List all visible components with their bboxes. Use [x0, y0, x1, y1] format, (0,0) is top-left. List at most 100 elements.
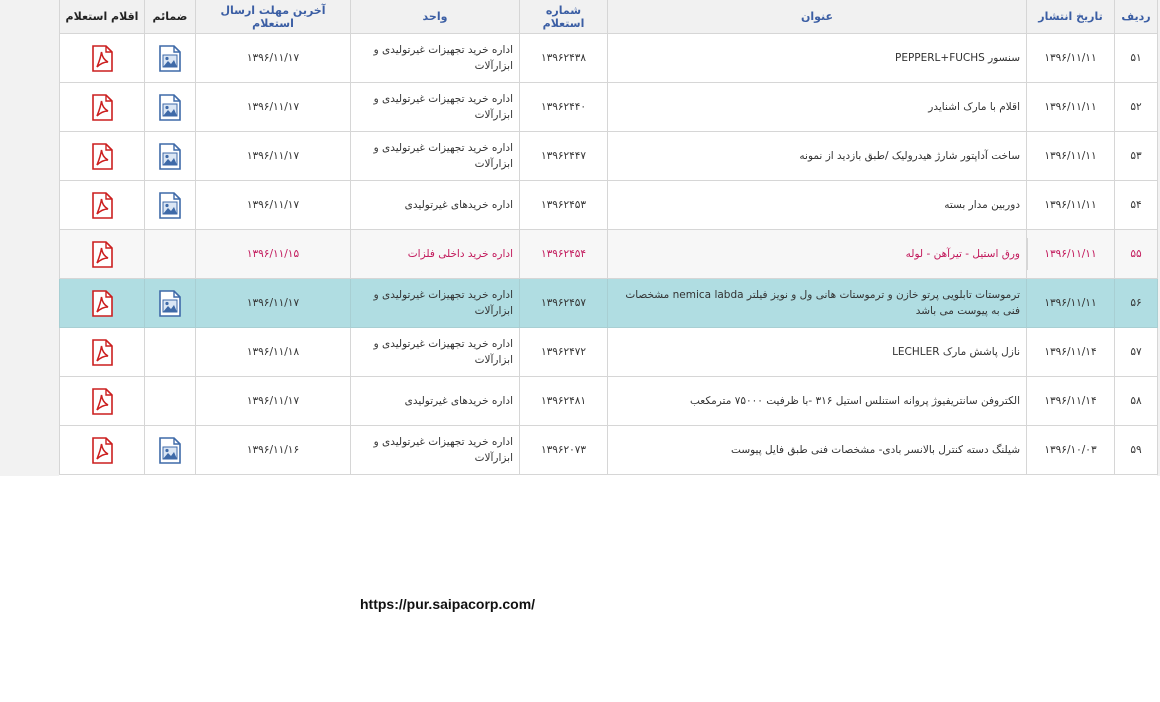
pdf-icon[interactable]	[91, 240, 113, 268]
row-publish-date: ۱۳۹۶/۱۱/۱۴	[1026, 327, 1115, 377]
row-attachment-cell	[144, 376, 196, 426]
header-radif[interactable]: ردیف	[1114, 0, 1158, 34]
image-file-icon[interactable]	[159, 191, 181, 219]
row-items-cell	[59, 33, 145, 83]
table-row[interactable]: ۵۱ ۱۳۹۶/۱۱/۱۱ سنسور PEPPERL+FUCHS ۱۳۹۶۲۴…	[59, 33, 1158, 83]
row-title[interactable]: سنسور PEPPERL+FUCHS	[607, 33, 1027, 83]
pdf-icon[interactable]	[91, 436, 113, 464]
pdf-icon[interactable]	[91, 44, 113, 72]
inquiry-table-container: ردیف تاریخ انتشار عنوان شماره استعلام وا…	[59, 0, 1158, 475]
left-margin	[0, 0, 59, 476]
row-attachment-cell	[144, 229, 196, 279]
row-unit: اداره خرید تجهیزات غیرتولیدی و ابزارآلات	[350, 82, 520, 132]
table-row[interactable]: ۵۹ ۱۳۹۶/۱۰/۰۳ شیلنگ دسته کنترل بالانسر ب…	[59, 425, 1158, 475]
row-items-cell	[59, 376, 145, 426]
row-items-cell	[59, 131, 145, 181]
row-radif: ۵۷	[1114, 327, 1158, 377]
row-unit: اداره خرید تجهیزات غیرتولیدی و ابزارآلات	[350, 278, 520, 328]
row-inquiry-number: ۱۳۹۶۲۴۵۷	[519, 278, 608, 328]
table-header-row: ردیف تاریخ انتشار عنوان شماره استعلام وا…	[59, 0, 1158, 34]
row-unit: اداره خرید تجهیزات غیرتولیدی و ابزارآلات	[350, 131, 520, 181]
table-row[interactable]: ۵۶ ۱۳۹۶/۱۱/۱۱ ترموستات تابلویی پرتو خازن…	[59, 278, 1158, 328]
row-deadline: ۱۳۹۶/۱۱/۱۷	[195, 33, 351, 83]
image-file-icon[interactable]	[159, 289, 181, 317]
header-attachments: ضمائم	[144, 0, 196, 34]
row-attachment-cell	[144, 425, 196, 475]
row-title[interactable]: ساخت آداپتور شارژ هیدرولیک /طبق بازدید ا…	[607, 131, 1027, 181]
row-unit: اداره خرید تجهیزات غیرتولیدی و ابزارآلات	[350, 327, 520, 377]
pdf-icon[interactable]	[91, 338, 113, 366]
row-title[interactable]: اقلام با مارک اشنایدر	[607, 82, 1027, 132]
row-items-cell	[59, 278, 145, 328]
table-row[interactable]: ۵۳ ۱۳۹۶/۱۱/۱۱ ساخت آداپتور شارژ هیدرولیک…	[59, 131, 1158, 181]
header-title[interactable]: عنوان	[607, 0, 1027, 34]
row-deadline: ۱۳۹۶/۱۱/۱۶	[195, 425, 351, 475]
row-unit: اداره خرید داخلی فلزات	[350, 229, 520, 279]
row-items-cell	[59, 180, 145, 230]
inquiry-table: ردیف تاریخ انتشار عنوان شماره استعلام وا…	[59, 0, 1158, 475]
row-publish-date: ۱۳۹۶/۱۱/۱۴	[1026, 376, 1115, 426]
row-deadline: ۱۳۹۶/۱۱/۱۷	[195, 131, 351, 181]
header-deadline[interactable]: آخرین مهلت ارسال استعلام	[195, 0, 351, 34]
pdf-icon[interactable]	[91, 142, 113, 170]
row-publish-date: ۱۳۹۶/۱۱/۱۱	[1026, 229, 1115, 279]
row-attachment-cell	[144, 33, 196, 83]
footer-url: https://pur.saipacorp.com/	[360, 596, 536, 612]
image-file-icon[interactable]	[159, 44, 181, 72]
row-publish-date: ۱۳۹۶/۱۱/۱۱	[1026, 33, 1115, 83]
table-row[interactable]: ۵۲ ۱۳۹۶/۱۱/۱۱ اقلام با مارک اشنایدر ۱۳۹۶…	[59, 82, 1158, 132]
row-radif: ۵۱	[1114, 33, 1158, 83]
row-radif: ۵۹	[1114, 425, 1158, 475]
row-attachment-cell	[144, 82, 196, 132]
cell-divider	[1027, 238, 1028, 270]
row-inquiry-number: ۱۳۹۶۲۴۳۸	[519, 33, 608, 83]
pdf-icon[interactable]	[91, 191, 113, 219]
image-file-icon[interactable]	[159, 142, 181, 170]
row-radif: ۵۲	[1114, 82, 1158, 132]
row-inquiry-number: ۱۳۹۶۲۴۴۷	[519, 131, 608, 181]
row-radif: ۵۶	[1114, 278, 1158, 328]
row-deadline: ۱۳۹۶/۱۱/۱۷	[195, 278, 351, 328]
row-radif: ۵۸	[1114, 376, 1158, 426]
row-title[interactable]: الکتروفن سانتریفیوژ پروانه استنلس استیل …	[607, 376, 1027, 426]
table-row[interactable]: ۵۵ ۱۳۹۶/۱۱/۱۱ ورق استیل - تیرآهن - لوله …	[59, 229, 1158, 279]
row-title[interactable]: شیلنگ دسته کنترل بالانسر بادی- مشخصات فن…	[607, 425, 1027, 475]
row-items-cell	[59, 82, 145, 132]
row-publish-date: ۱۳۹۶/۱۱/۱۱	[1026, 131, 1115, 181]
table-row[interactable]: ۵۴ ۱۳۹۶/۱۱/۱۱ دوربین مدار بسته ۱۳۹۶۲۴۵۳ …	[59, 180, 1158, 230]
table-row[interactable]: ۵۷ ۱۳۹۶/۱۱/۱۴ نازل پاشش مارک LECHLER ۱۳۹…	[59, 327, 1158, 377]
row-unit: اداره خریدهای غیرتولیدی	[350, 376, 520, 426]
row-publish-date: ۱۳۹۶/۱۱/۱۱	[1026, 82, 1115, 132]
row-unit: اداره خریدهای غیرتولیدی	[350, 180, 520, 230]
table-row[interactable]: ۵۸ ۱۳۹۶/۱۱/۱۴ الکتروفن سانتریفیوژ پروانه…	[59, 376, 1158, 426]
row-inquiry-number: ۱۳۹۶۲۴۵۳	[519, 180, 608, 230]
row-inquiry-number: ۱۳۹۶۲۴۷۲	[519, 327, 608, 377]
pdf-icon[interactable]	[91, 93, 113, 121]
row-deadline: ۱۳۹۶/۱۱/۱۸	[195, 327, 351, 377]
row-deadline: ۱۳۹۶/۱۱/۱۷	[195, 180, 351, 230]
row-attachment-cell	[144, 131, 196, 181]
row-deadline: ۱۳۹۶/۱۱/۱۷	[195, 82, 351, 132]
header-inquiry-number[interactable]: شماره استعلام	[519, 0, 608, 34]
header-items: اقلام استعلام	[59, 0, 145, 34]
pdf-icon[interactable]	[91, 289, 113, 317]
row-title[interactable]: ترموستات تابلویی پرتو خازن و ترموستات ها…	[607, 278, 1027, 328]
pdf-icon[interactable]	[91, 387, 113, 415]
image-file-icon[interactable]	[159, 436, 181, 464]
row-radif: ۵۵	[1114, 229, 1158, 279]
row-title[interactable]: نازل پاشش مارک LECHLER	[607, 327, 1027, 377]
header-publish-date[interactable]: تاریخ انتشار	[1026, 0, 1115, 34]
row-publish-date: ۱۳۹۶/۱۰/۰۳	[1026, 425, 1115, 475]
row-attachment-cell	[144, 327, 196, 377]
row-unit: اداره خرید تجهیزات غیرتولیدی و ابزارآلات	[350, 33, 520, 83]
row-deadline: ۱۳۹۶/۱۱/۱۵	[195, 229, 351, 279]
row-inquiry-number: ۱۳۹۶۲۴۸۱	[519, 376, 608, 426]
row-attachment-cell	[144, 180, 196, 230]
row-inquiry-number: ۱۳۹۶۲۴۵۴	[519, 229, 608, 279]
row-inquiry-number: ۱۳۹۶۲۰۷۳	[519, 425, 608, 475]
row-title[interactable]: ورق استیل - تیرآهن - لوله	[607, 229, 1027, 279]
header-unit[interactable]: واحد	[350, 0, 520, 34]
image-file-icon[interactable]	[159, 93, 181, 121]
row-title[interactable]: دوربین مدار بسته	[607, 180, 1027, 230]
row-radif: ۵۳	[1114, 131, 1158, 181]
